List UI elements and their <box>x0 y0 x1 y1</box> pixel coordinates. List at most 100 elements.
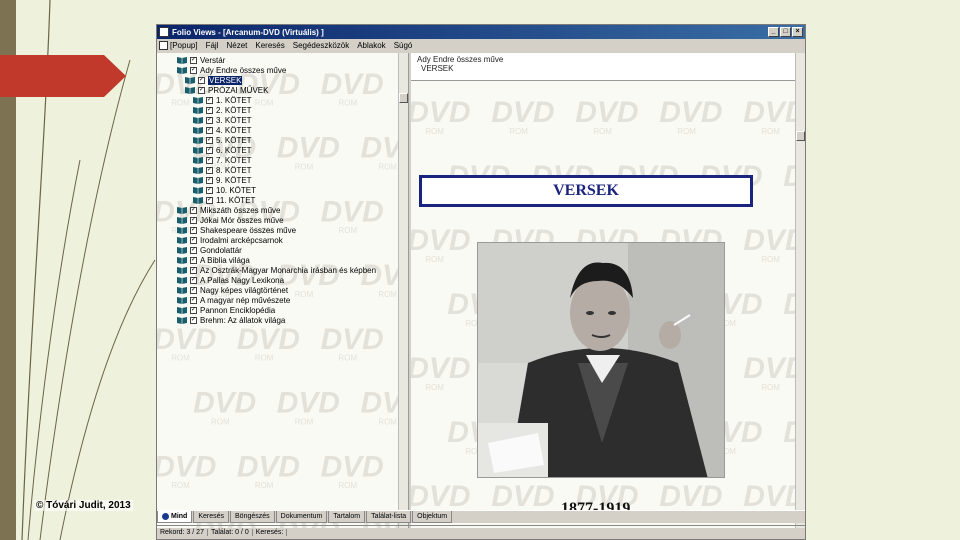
tab-objektum[interactable]: Objektum <box>412 511 453 523</box>
tree-item[interactable]: ✓ Pannon Enciklopédia <box>177 305 376 315</box>
tree-item-checkbox[interactable]: ✓ <box>190 56 197 64</box>
tree-item[interactable]: ✓ Nagy képes világtörténet <box>177 285 376 295</box>
menu-tools[interactable]: Segédeszközök <box>293 41 349 50</box>
tree-item[interactable]: ✓ Shakespeare összes műve <box>177 225 376 235</box>
tree-item[interactable]: ✓ Az Osztrák-Magyar Monarchia írásban és … <box>177 265 376 275</box>
tree-item-checkbox[interactable]: ✓ <box>206 106 213 114</box>
tree-item-checkbox[interactable]: ✓ <box>190 316 197 324</box>
tree-item[interactable]: ✓ Jókai Mór összes műve <box>177 215 376 225</box>
tree-item-label: 4. KÖTET <box>216 125 252 135</box>
tree-item[interactable]: ✓ 1. KÖTET <box>177 95 376 105</box>
tree-item[interactable]: ✓ Irodalmi arcképcsarnok <box>177 235 376 245</box>
book-icon <box>177 216 187 224</box>
tree-item[interactable]: ✓ 8. KÖTET <box>177 165 376 175</box>
svg-text:DVD: DVD <box>321 323 384 356</box>
tree-item-checkbox[interactable]: ✓ <box>190 276 197 284</box>
tree-item-checkbox[interactable]: ✓ <box>190 256 197 264</box>
tab-kereses[interactable]: Keresés <box>193 511 230 523</box>
tree-item[interactable]: ✓ 9. KÖTET <box>177 175 376 185</box>
svg-text:DVD: DVD <box>193 387 256 420</box>
svg-text:DVD: DVD <box>575 96 638 129</box>
tree-item[interactable]: ✓ 11. KÖTET <box>177 195 376 205</box>
tree-item[interactable]: ✓ PRÓZAI MŰVEK <box>177 85 376 95</box>
tree-item-checkbox[interactable]: ✓ <box>206 186 213 194</box>
tab-dokumentum-label: Dokumentum <box>280 513 323 520</box>
minimize-button[interactable]: _ <box>768 27 779 37</box>
tree-scrollbar-thumb[interactable] <box>399 93 408 103</box>
tree-item-label: VERSEK <box>208 75 243 85</box>
tree-item-checkbox[interactable]: ✓ <box>206 136 213 144</box>
tree-item[interactable]: ✓ A Pallas Nagy Lexikona <box>177 275 376 285</box>
tree-item[interactable]: ✓ Brehm: Az állatok világa <box>177 315 376 325</box>
tree-item-checkbox[interactable]: ✓ <box>206 196 213 204</box>
svg-text:ROM: ROM <box>378 417 397 426</box>
book-icon <box>193 186 203 194</box>
document-scrollbar[interactable] <box>795 53 805 528</box>
tree-item-checkbox[interactable]: ✓ <box>206 96 213 104</box>
svg-text:ROM: ROM <box>255 354 274 363</box>
tree-item-label: Az Osztrák-Magyar Monarchia írásban és k… <box>200 265 377 275</box>
tree-item-checkbox[interactable]: ✓ <box>206 156 213 164</box>
tree-item-checkbox[interactable]: ✓ <box>206 116 213 124</box>
tree-item[interactable]: ✓ 6. KÖTET <box>177 145 376 155</box>
svg-text:DVD: DVD <box>277 387 340 420</box>
tree-item-checkbox[interactable]: ✓ <box>190 286 197 294</box>
tree-item[interactable]: ✓ A magyar nép művészete <box>177 295 376 305</box>
tree-item-checkbox[interactable]: ✓ <box>190 206 197 214</box>
tab-tartalom[interactable]: Tartalom <box>328 511 366 523</box>
svg-text:ROM: ROM <box>378 162 397 171</box>
tree-item-checkbox[interactable]: ✓ <box>190 66 197 74</box>
tree-item[interactable]: ✓ 10. KÖTET <box>177 185 376 195</box>
svg-text:ROM: ROM <box>211 417 230 426</box>
tree-item[interactable]: ✓ 5. KÖTET <box>177 135 376 145</box>
tree-item-checkbox[interactable]: ✓ <box>190 236 197 244</box>
svg-text:ROM: ROM <box>339 481 358 490</box>
tree-item-checkbox[interactable]: ✓ <box>190 306 197 314</box>
tree-item-checkbox[interactable]: ✓ <box>190 246 197 254</box>
maximize-button[interactable]: □ <box>780 27 791 37</box>
book-icon <box>177 256 187 264</box>
menu-help[interactable]: Súgó <box>394 41 413 50</box>
tree-item-checkbox[interactable]: ✓ <box>198 86 205 94</box>
tree-item[interactable]: ✓ 7. KÖTET <box>177 155 376 165</box>
menu-windows[interactable]: Ablakok <box>357 41 385 50</box>
tree-item-checkbox[interactable]: ✓ <box>206 176 213 184</box>
tree-item-checkbox[interactable]: ✓ <box>206 126 213 134</box>
tree-item-checkbox[interactable]: ✓ <box>190 216 197 224</box>
tree-item[interactable]: ✓ Ady Endre összes műve <box>177 65 376 75</box>
section-heading: VERSEK <box>419 175 753 207</box>
book-icon <box>177 276 187 284</box>
tree-item[interactable]: ✓ 3. KÖTET <box>177 115 376 125</box>
menu-view[interactable]: Nézet <box>226 41 247 50</box>
tree-item-checkbox[interactable]: ✓ <box>190 226 197 234</box>
tree-item[interactable]: ✓ 4. KÖTET <box>177 125 376 135</box>
tab-bongeszes[interactable]: Böngészés <box>230 511 275 523</box>
book-icon <box>185 86 195 94</box>
document-icon[interactable] <box>159 41 168 50</box>
tab-mind[interactable]: Mind <box>157 511 193 523</box>
tree-item-label: 1. KÖTET <box>216 95 252 105</box>
svg-text:DVD: DVD <box>411 224 471 257</box>
tab-talalat-lista[interactable]: Találat-lista <box>366 511 412 523</box>
close-button[interactable]: × <box>792 27 803 37</box>
document-scrollbar-thumb[interactable] <box>796 131 805 141</box>
tree-scrollbar[interactable] <box>398 53 408 528</box>
tree-item-checkbox[interactable]: ✓ <box>206 146 213 154</box>
tree-item[interactable]: ✓ Verstár <box>177 55 376 65</box>
tree-item[interactable]: ✓ A Biblia világa <box>177 255 376 265</box>
book-icon <box>193 146 203 154</box>
tree-item-checkbox[interactable]: ✓ <box>190 296 197 304</box>
menu-search[interactable]: Keresés <box>255 41 284 50</box>
tree-item[interactable]: ✓ Mikszáth összes műve <box>177 205 376 215</box>
menu-file[interactable]: Fájl <box>206 41 219 50</box>
menu-popup[interactable]: [Popup] <box>170 41 198 50</box>
status-hits: Találat: 0 / 0 <box>208 529 253 536</box>
tree-item-checkbox[interactable]: ✓ <box>206 166 213 174</box>
svg-text:DVD: DVD <box>237 323 300 356</box>
tab-dokumentum[interactable]: Dokumentum <box>275 511 328 523</box>
tree-item[interactable]: ✓ VERSEK <box>177 75 376 85</box>
tree-item-checkbox[interactable]: ✓ <box>198 76 205 84</box>
tree-item[interactable]: ✓ 2. KÖTET <box>177 105 376 115</box>
tree-item[interactable]: ✓ Gondolattár <box>177 245 376 255</box>
tree-item-checkbox[interactable]: ✓ <box>190 266 197 274</box>
